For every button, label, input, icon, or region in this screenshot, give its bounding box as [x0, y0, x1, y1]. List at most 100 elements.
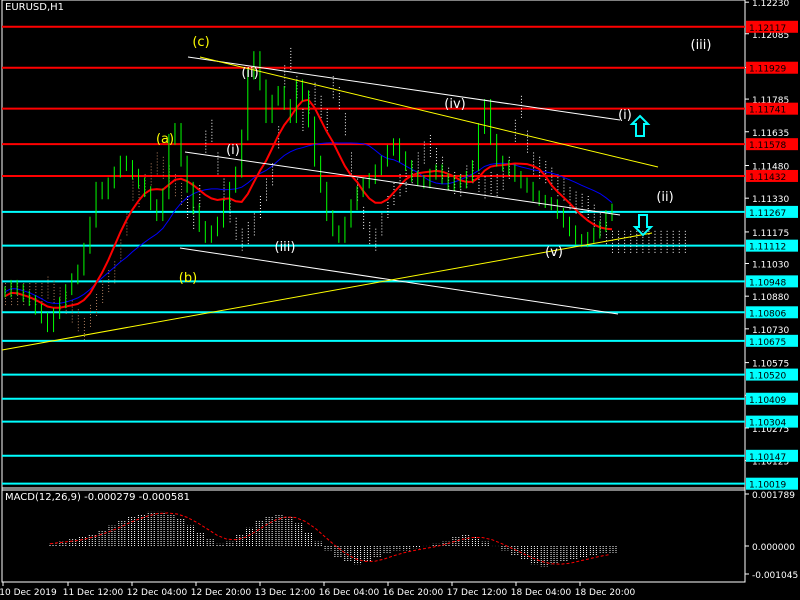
- cloud-dot: [569, 193, 571, 195]
- cloud-dot: [484, 188, 486, 190]
- cloud-dot: [174, 189, 176, 191]
- cloud-dot: [266, 199, 268, 201]
- cloud-dot: [314, 82, 316, 84]
- cloud-dot: [405, 172, 407, 174]
- cloud-dot: [435, 151, 437, 153]
- cloud-dot: [181, 203, 183, 205]
- cloud-dot: [527, 148, 529, 150]
- cloud-dot: [684, 233, 686, 235]
- macd-tick-label: 0.001789: [752, 491, 795, 501]
- cloud-dot: [326, 117, 328, 119]
- cloud-dot: [684, 248, 686, 250]
- cloud-dot: [17, 304, 19, 306]
- cloud-dot: [551, 170, 553, 172]
- chart-canvas[interactable]: 1.122301.120851.119301.117851.116351.114…: [0, 0, 800, 600]
- cloud-dot: [53, 301, 55, 303]
- cloud-dot: [514, 128, 516, 130]
- cloud-dot: [490, 181, 492, 183]
- cloud-dot: [630, 251, 632, 253]
- cloud-dot: [350, 161, 352, 163]
- cloud-dot: [114, 273, 116, 275]
- cloud-dot: [102, 301, 104, 303]
- cloud-dot: [150, 163, 152, 165]
- cloud-dot: [290, 59, 292, 61]
- cloud-dot: [496, 192, 498, 194]
- cloud-dot: [429, 156, 431, 158]
- cloud-dot: [144, 174, 146, 176]
- cloud-dot: [241, 228, 243, 230]
- cloud-dot: [211, 122, 213, 124]
- cloud-dot: [636, 230, 638, 232]
- cloud-dot: [393, 185, 395, 187]
- resistance-level-label: 1.11741: [749, 106, 786, 116]
- cloud-dot: [162, 168, 164, 170]
- cloud-dot: [642, 251, 644, 253]
- cloud-dot: [630, 230, 632, 232]
- cloud-dot: [223, 187, 225, 189]
- cloud-dot: [678, 251, 680, 253]
- cloud-dot: [642, 236, 644, 238]
- cloud-dot: [478, 181, 480, 183]
- cloud-dot: [290, 65, 292, 67]
- cloud-dot: [533, 161, 535, 163]
- cloud-dot: [557, 183, 559, 185]
- wave-label: (iii): [275, 240, 296, 255]
- cloud-dot: [520, 110, 522, 112]
- cloud-dot: [545, 170, 547, 172]
- cloud-dot: [241, 234, 243, 236]
- cloud-dot: [247, 228, 249, 230]
- cloud-dot: [575, 197, 577, 199]
- cloud-dot: [77, 312, 79, 314]
- cloud-dot: [108, 291, 110, 293]
- cloud-dot: [77, 318, 79, 320]
- cloud-dot: [654, 233, 656, 235]
- wave-label: (ii): [656, 190, 673, 205]
- cloud-dot: [460, 189, 462, 191]
- cloud-dot: [581, 202, 583, 204]
- cloud-dot: [533, 155, 535, 157]
- cloud-dot: [593, 216, 595, 218]
- cloud-dot: [181, 191, 183, 193]
- cloud-dot: [120, 245, 122, 247]
- cloud-dot: [83, 326, 85, 328]
- support-level-label: 1.10948: [749, 278, 786, 288]
- cloud-dot: [393, 203, 395, 205]
- cloud-dot: [23, 283, 25, 285]
- cloud-dot: [71, 306, 73, 308]
- cloud-dot: [320, 98, 322, 100]
- cloud-dot: [442, 159, 444, 161]
- cloud-dot: [484, 191, 486, 193]
- cloud-dot: [89, 304, 91, 306]
- cloud-dot: [47, 288, 49, 290]
- cloud-dot: [199, 197, 201, 199]
- cloud-dot: [29, 289, 31, 291]
- cloud-dot: [71, 309, 73, 311]
- cloud-dot: [259, 202, 261, 203]
- x-tick-label: 16 Dec 20:00: [383, 588, 444, 598]
- cloud-dot: [332, 94, 334, 96]
- cloud-dot: [77, 327, 79, 329]
- cloud-dot: [496, 174, 498, 176]
- cloud-dot: [429, 144, 431, 146]
- resistance-level-label: 1.11578: [749, 141, 786, 151]
- cloud-dot: [235, 235, 237, 237]
- cloud-dot: [302, 111, 304, 113]
- cloud-dot: [678, 248, 680, 250]
- cloud-dot: [684, 230, 686, 232]
- cloud-dot: [618, 233, 620, 235]
- x-tick-label: 11 Dec 12:00: [63, 588, 124, 598]
- cloud-dot: [266, 193, 268, 195]
- cloud-dot: [344, 134, 346, 136]
- cloud-dot: [545, 164, 547, 166]
- cloud-dot: [381, 222, 383, 224]
- cloud-dot: [338, 96, 340, 98]
- cloud-dot: [363, 221, 365, 223]
- cloud-dot: [181, 185, 183, 187]
- cloud-dot: [253, 234, 255, 236]
- cloud-dot: [290, 56, 292, 58]
- cloud-dot: [241, 231, 243, 233]
- x-tick-label: 17 Dec 12:00: [447, 588, 508, 598]
- resistance-level-label: 1.11929: [749, 65, 786, 75]
- cloud-dot: [539, 171, 541, 173]
- cloud-dot: [181, 188, 183, 190]
